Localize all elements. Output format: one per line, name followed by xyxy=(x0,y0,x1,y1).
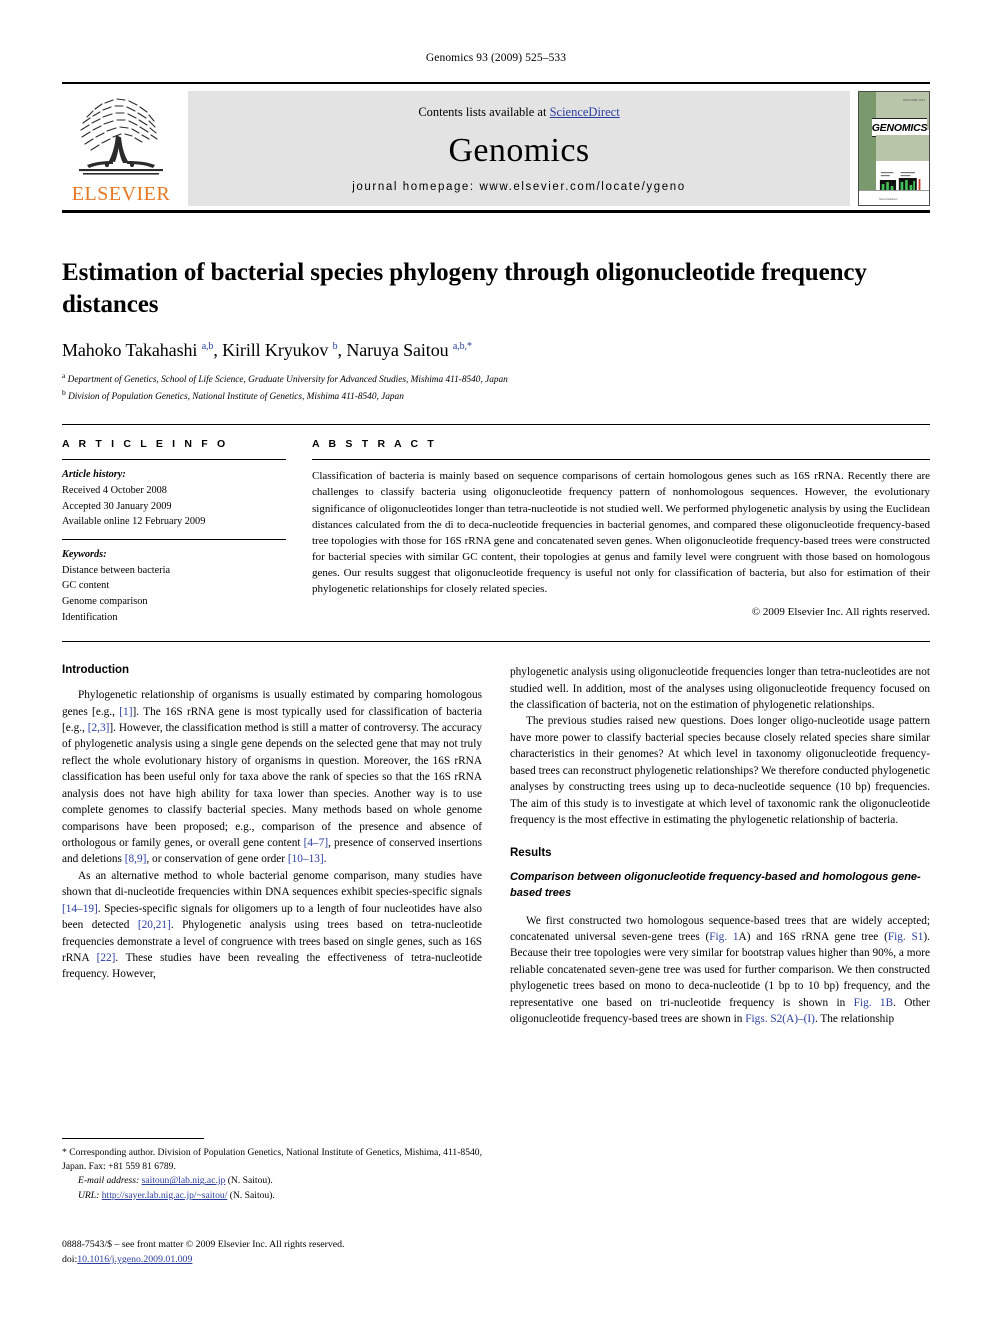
article-head: Estimation of bacterial species phylogen… xyxy=(62,257,930,404)
imprint-block: 0888-7543/$ – see front matter © 2009 El… xyxy=(62,1238,492,1267)
journal-title: Genomics xyxy=(448,131,590,169)
body-column-right: phylogenetic analysis using oligonucleot… xyxy=(510,664,930,1027)
intro-paragraph-2: As an alternative method to whole bacter… xyxy=(62,869,482,981)
abstract-heading: A B S T R A C T xyxy=(312,438,437,451)
front-matter-line: 0888-7543/$ – see front matter © 2009 El… xyxy=(62,1239,345,1250)
keyword-item: GC content xyxy=(62,580,110,592)
email-link[interactable]: saitoun@lab.nig.ac.jp xyxy=(142,1175,226,1186)
keywords-block: Keywords: Distance between bacteria GC c… xyxy=(62,547,286,625)
history-accepted: Accepted 30 January 2009 xyxy=(62,500,172,512)
masthead-top-rule xyxy=(62,82,930,84)
keyword-item: Genome comparison xyxy=(62,595,148,607)
masthead-bottom-rule xyxy=(62,210,930,213)
doi-line: doi:10.1016/j.ygeno.2009.01.009 xyxy=(62,1253,492,1268)
cover-footer-caption: ScienceDirect xyxy=(879,197,898,201)
url-label: URL: xyxy=(78,1189,100,1201)
heading-results: Results xyxy=(510,847,552,860)
intro-paragraph-3: phylogenetic analysis using oligonucleot… xyxy=(510,666,930,712)
body-columns: Introduction Phylogenetic relationship o… xyxy=(62,664,930,1027)
journal-band: Contents lists available at ScienceDirec… xyxy=(188,91,850,206)
article-info-heading: A R T I C L E I N F O xyxy=(62,438,229,451)
email-label: E-mail address: xyxy=(78,1175,140,1187)
affiliation-marker: b xyxy=(62,388,66,398)
article-info-rule xyxy=(62,459,286,461)
abstract-text: Classification of bacteria is mainly bas… xyxy=(312,470,930,595)
elsevier-logo: ELSEVIER xyxy=(62,91,180,206)
cover-spine xyxy=(859,92,876,205)
affiliation-b: b Division of Population Genetics, Natio… xyxy=(62,387,930,404)
history-received: Received 4 October 2008 xyxy=(62,485,167,497)
heading-introduction: Introduction xyxy=(62,664,130,677)
footnote-block: * Corresponding author. Division of Popu… xyxy=(62,1138,482,1203)
journal-homepage-line[interactable]: journal homepage: www.elsevier.com/locat… xyxy=(352,181,685,193)
intro-paragraph-4: The previous studies raised new question… xyxy=(510,715,930,826)
info-panel-bottom-rule xyxy=(62,641,930,643)
body-column-left: Introduction Phylogenetic relationship o… xyxy=(62,664,482,1027)
url-note: URL: http://sayer.lab.nig.ac.jp/~saitou/… xyxy=(62,1189,482,1203)
history-available-online: Available online 12 February 2009 xyxy=(62,516,206,528)
journal-cover-thumbnail: ISSN 0888-7543 GENOMICS ScienceDirect xyxy=(858,91,930,206)
url-link[interactable]: http://sayer.lab.nig.ac.jp/~saitou/ xyxy=(102,1190,228,1201)
cover-mid-band xyxy=(876,135,929,161)
footnote-rule xyxy=(62,1138,204,1139)
doi-label: doi: xyxy=(62,1253,78,1265)
keywords-label: Keywords: xyxy=(62,549,107,560)
affiliation-marker: a xyxy=(62,371,66,380)
abstract-column: A B S T R A C T Classification of bacter… xyxy=(312,438,930,625)
running-head: Genomics 93 (2009) 525–533 xyxy=(425,52,567,64)
contents-lists-prefix: Contents lists available at xyxy=(418,105,550,119)
page-title: Estimation of bacterial species phylogen… xyxy=(62,259,867,318)
journal-masthead: ELSEVIER Contents lists available at Sci… xyxy=(62,82,930,213)
sciencedirect-link[interactable]: ScienceDirect xyxy=(550,105,620,119)
subheading-comparison: Comparison between oligonucleotide frequ… xyxy=(510,871,921,900)
abstract-rule xyxy=(312,459,930,461)
cover-issn-caption: ISSN 0888-7543 xyxy=(902,98,925,102)
article-history-block: Article history: Received 4 October 2008… xyxy=(62,467,286,530)
keywords-rule xyxy=(62,539,286,540)
article-first-page: Genomics 93 (2009) 525–533 ELSEVIER Cont… xyxy=(0,0,992,1323)
author-list: Mahoko Takahashi a,b, Kirill Kryukov b, … xyxy=(62,340,472,360)
article-history-label: Article history: xyxy=(62,469,126,481)
intro-paragraph-1: Phylogenetic relationship of organisms i… xyxy=(62,689,482,866)
affiliation-a: a Department of Genetics, School of Life… xyxy=(62,370,930,387)
url-owner: (N. Saitou). xyxy=(229,1189,275,1201)
affiliation-text: Division of Population Genetics, Nationa… xyxy=(68,392,404,403)
affiliation-text: Department of Genetics, School of Life S… xyxy=(67,375,508,386)
email-note: E-mail address: saitoun@lab.nig.ac.jp (N… xyxy=(62,1174,482,1188)
doi-link[interactable]: 10.1016/j.ygeno.2009.01.009 xyxy=(77,1254,192,1265)
corresponding-author-note: * Corresponding author. Division of Popu… xyxy=(62,1147,482,1173)
keyword-item: Distance between bacteria xyxy=(62,564,171,576)
article-info-column: A R T I C L E I N F O Article history: R… xyxy=(62,438,312,625)
keyword-item: Identification xyxy=(62,611,118,623)
copyright-line: © 2009 Elsevier Inc. All rights reserved… xyxy=(751,605,930,618)
contents-lists-line: Contents lists available at ScienceDirec… xyxy=(418,105,619,120)
results-paragraph-1: We first constructed two homologous sequ… xyxy=(510,914,931,1026)
affiliations: a Department of Genetics, School of Life… xyxy=(62,370,930,404)
email-owner: (N. Saitou). xyxy=(227,1175,273,1187)
elsevier-wordmark: ELSEVIER xyxy=(71,183,171,205)
info-abstract-panel: A R T I C L E I N F O Article history: R… xyxy=(62,425,930,625)
elsevier-tree-icon xyxy=(69,91,173,183)
